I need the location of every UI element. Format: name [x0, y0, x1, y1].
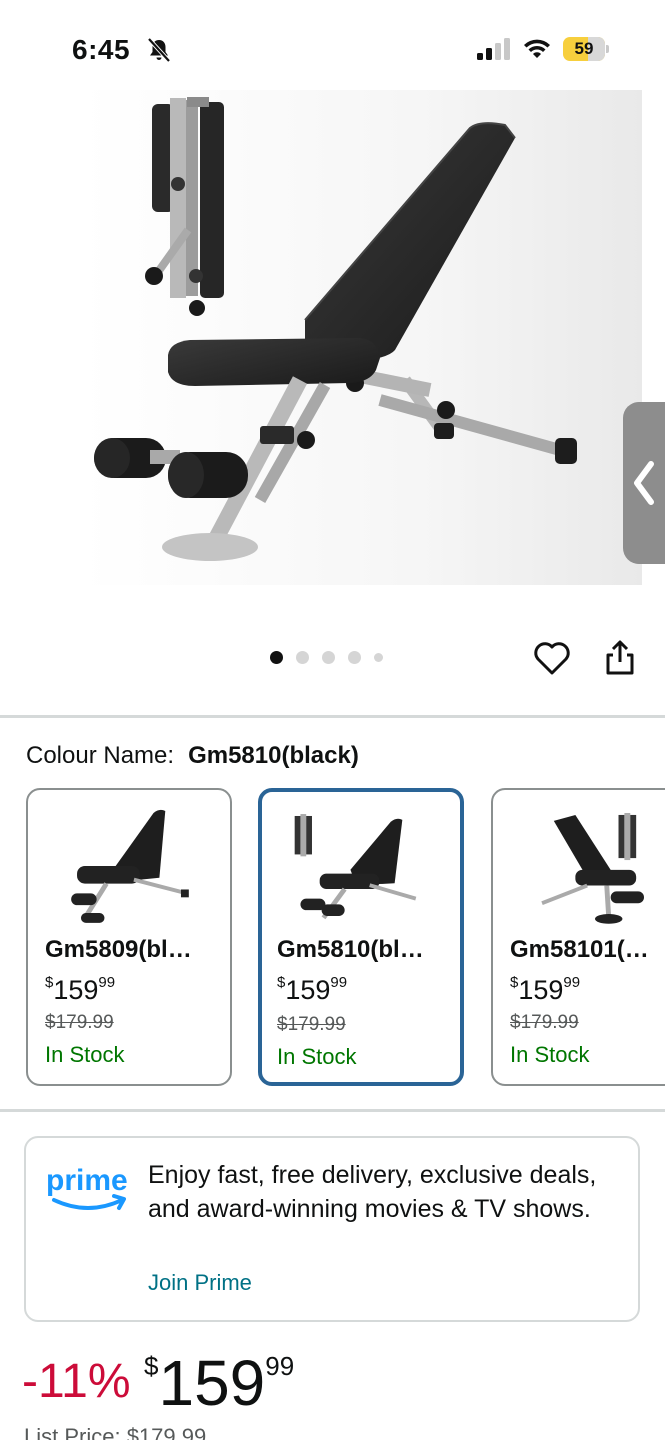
variant-list-price: $179.99 — [510, 1012, 579, 1033]
wifi-icon — [524, 39, 550, 58]
variant-price: $15999 — [45, 974, 116, 1005]
svg-text:prime: prime — [46, 1164, 128, 1197]
status-time: 6:45 — [72, 34, 131, 65]
pagination-dot[interactable] — [348, 650, 361, 664]
variant-stock-status: In Stock — [510, 1042, 590, 1067]
pagination-dot[interactable] — [270, 650, 283, 664]
product-image — [82, 90, 642, 585]
variant-list-price: $179.99 — [45, 1012, 114, 1033]
join-prime-link[interactable]: Join Prime — [148, 1270, 252, 1296]
colour-name-row: Colour Name: Gm5810(black) — [26, 742, 359, 770]
product-image-gallery[interactable] — [0, 80, 665, 710]
variant-thumbnail — [71, 809, 189, 923]
variant-thumbnail — [541, 812, 645, 924]
variant-name: Gm5809(bl… — [45, 936, 192, 963]
prime-logo: prime — [44, 1160, 134, 1216]
section-divider — [0, 1109, 665, 1112]
variant-stock-status: In Stock — [277, 1044, 357, 1069]
variant-name: Gm58101(… — [510, 936, 649, 963]
prime-promo-card: prime Enjoy fast, free delivery, exclusi… — [24, 1136, 640, 1322]
previous-image-tab[interactable] — [623, 402, 665, 564]
colour-variant-carousel[interactable]: Gm5809(bl… $15999 $179.99 In Stock Gm581… — [0, 786, 665, 1090]
variant-stock-status: In Stock — [45, 1042, 125, 1067]
variant-thumbnail — [294, 814, 417, 920]
share-icon[interactable] — [603, 638, 637, 676]
discount-percent: -11% — [22, 1355, 131, 1408]
list-price: List Price: $179.99 — [24, 1424, 207, 1440]
prime-message: Enjoy fast, free delivery, exclusive dea… — [148, 1161, 597, 1223]
variant-price: $15999 — [510, 974, 581, 1005]
colour-name-value: Gm5810(black) — [188, 742, 359, 769]
colour-name-label: Colour Name: — [26, 742, 175, 769]
bell-muted-icon — [147, 37, 171, 63]
variant-name: Gm5810(bl… — [277, 936, 424, 963]
variant-card[interactable]: Gm58101(… $15999 $179.99 In Stock — [491, 788, 665, 1086]
battery-indicator: 59 — [563, 37, 609, 61]
battery-percent: 59 — [574, 39, 594, 58]
folded-bench-inset — [145, 97, 224, 316]
cellular-signal-icon — [477, 38, 510, 60]
chevron-left-icon — [634, 461, 654, 505]
variant-card-selected[interactable]: Gm5810(bl… $15999 $179.99 In Stock — [258, 788, 464, 1086]
heart-icon[interactable] — [533, 640, 571, 676]
pagination-dot[interactable] — [374, 652, 383, 662]
pagination-dot[interactable] — [322, 650, 335, 664]
status-bar: 6:45 59 — [0, 0, 665, 90]
variant-card[interactable]: Gm5809(bl… $15999 $179.99 In Stock — [26, 788, 232, 1086]
image-pagination-dots[interactable] — [270, 650, 383, 664]
section-divider — [0, 715, 665, 718]
variant-list-price: $179.99 — [277, 1014, 346, 1035]
pagination-dot[interactable] — [296, 650, 309, 664]
product-price: $15999 — [144, 1347, 295, 1419]
variant-price: $15999 — [277, 974, 348, 1005]
